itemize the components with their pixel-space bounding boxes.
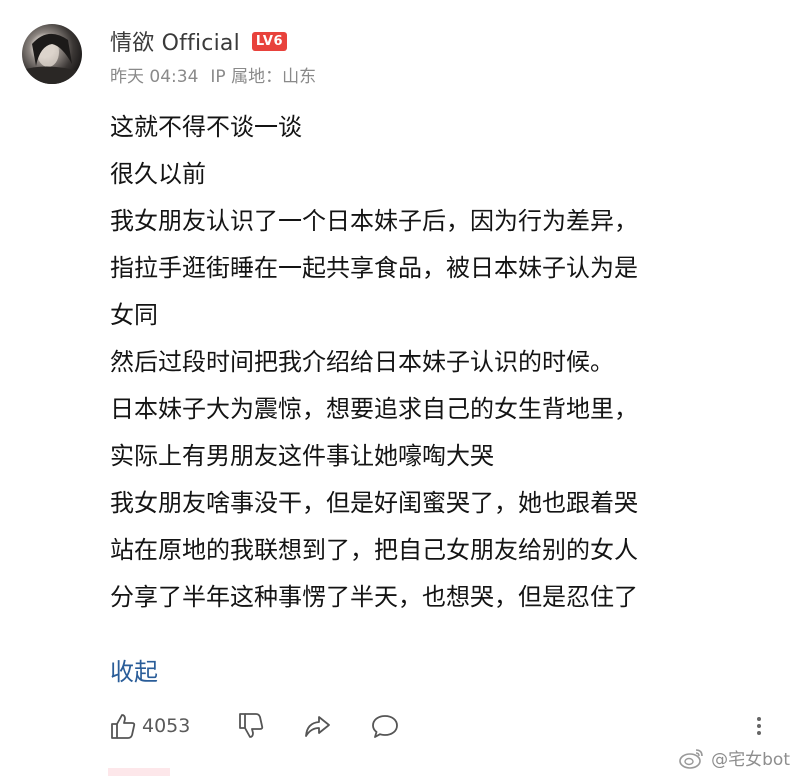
comment-text: 这就不得不谈一谈 很久以前 我女朋友认识了一个日本妹子后，因为行为差异， 指拉手… [110, 104, 790, 621]
thumbs-up-icon [111, 714, 136, 739]
comment-line: 实际上有男朋友这件事让她嚎啕大哭 [110, 442, 494, 470]
collapse-link[interactable]: 收起 [110, 652, 158, 687]
comment-card: 情欲 Official LV6 昨天 04:34 IP 属地：山东 这就不得不谈… [0, 0, 800, 776]
weibo-logo-icon [679, 748, 703, 769]
comment-line: 我女朋友认识了一个日本妹子后，因为行为差异， [110, 207, 638, 235]
comment-bubble-icon [372, 715, 398, 738]
more-vertical-icon [757, 717, 761, 735]
user-info: 情欲 Official LV6 [110, 25, 288, 57]
action-bar: 4053 [108, 708, 778, 744]
next-comment-hint [108, 768, 170, 776]
comment-line: 站在原地的我联想到了，把自己女朋友给别的女人 [110, 536, 638, 564]
comment-line: 这就不得不谈一谈 [110, 113, 302, 141]
comment-line: 日本妹子大为震惊，想要追求自己的女生背地里， [110, 395, 638, 423]
reply-button[interactable] [370, 708, 400, 744]
timestamp: 昨天 04:34 [110, 67, 199, 87]
ip-location: IP 属地：山东 [210, 67, 317, 87]
comment-line: 女同 [110, 301, 158, 329]
comment-line: 很久以前 [110, 160, 206, 188]
watermark-text: @宅女bot [711, 750, 790, 770]
comment-line: 然后过段时间把我介绍给日本妹子认识的时候。 [110, 348, 614, 376]
like-count: 4053 [142, 715, 191, 737]
comment-line: 分享了半年这种事愣了半天，也想哭，但是忍住了 [110, 583, 638, 611]
watermark: @宅女bot [679, 745, 790, 770]
avatar-image [22, 33, 82, 84]
more-options-button[interactable] [752, 708, 766, 744]
share-button[interactable] [302, 708, 332, 744]
share-icon [305, 716, 330, 737]
comment-line: 指拉手逛街睡在一起共享食品，被日本妹子认为是 [110, 254, 638, 282]
thumbs-down-icon [239, 713, 264, 738]
dislike-button[interactable] [236, 708, 266, 744]
comment-meta: 昨天 04:34 IP 属地：山东 [110, 62, 316, 87]
avatar[interactable] [22, 24, 82, 84]
level-badge: LV6 [251, 31, 288, 51]
username[interactable]: 情欲 Official [110, 25, 240, 57]
like-button[interactable]: 4053 [108, 708, 190, 744]
comment-line: 我女朋友啥事没干，但是好闺蜜哭了，她也跟着哭 [110, 489, 638, 517]
